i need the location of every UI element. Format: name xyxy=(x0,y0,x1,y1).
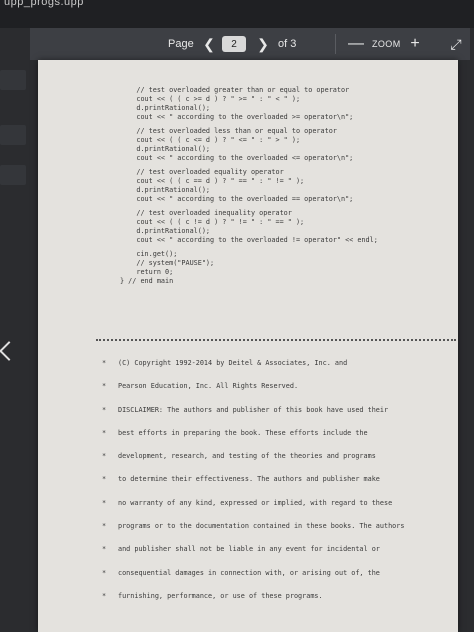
comment-bullet: * xyxy=(102,591,107,600)
code-line: cout << ( ( c != d ) ? " != " : " == " )… xyxy=(120,218,305,226)
comment-bullet: * xyxy=(102,382,107,391)
notice-text: development, research, and testing of th… xyxy=(118,452,376,461)
code-line: return 0; xyxy=(120,268,174,276)
document-page: // test overloaded greater than or equal… xyxy=(38,60,458,632)
comment-bullet: * xyxy=(102,522,107,531)
notice-text: best efforts in preparing the book. Thes… xyxy=(118,428,368,437)
comment-bullet: * xyxy=(102,475,107,484)
code-line: cout << ( ( c == d ) ? " == " : " != " )… xyxy=(120,177,305,185)
zoom-label: ZOOM xyxy=(372,39,401,49)
app-title: upp_progs.upp xyxy=(4,0,84,8)
comment-bullet: * xyxy=(102,545,107,554)
code-line: d.printRational(); xyxy=(120,186,211,194)
chevron-right-icon[interactable]: ❯ xyxy=(256,28,270,60)
code-line: // test overloaded inequality operator xyxy=(120,209,292,217)
page-number-input[interactable] xyxy=(222,36,246,52)
previous-document-button[interactable] xyxy=(0,320,22,390)
code-line: // test overloaded greater than or equal… xyxy=(120,86,350,94)
sidebar-ghost-item xyxy=(0,165,26,185)
expand-icon[interactable]: ⤢ xyxy=(448,28,464,60)
toolbar-divider xyxy=(335,34,336,54)
code-line: // test overloaded less than or equal to… xyxy=(120,127,337,135)
page-count-label: of 3 xyxy=(278,38,297,50)
notice-text: consequential damages in connection with… xyxy=(118,568,380,577)
notice-text: no warranty of any kind, expressed or im… xyxy=(118,498,393,507)
chevron-left-icon xyxy=(0,341,19,361)
comment-divider xyxy=(96,339,456,341)
comment-bullet: * xyxy=(102,498,107,507)
sidebar-ghost-item xyxy=(0,70,26,90)
comment-bullet: * xyxy=(102,452,107,461)
notice-text: to determine their effectiveness. The au… xyxy=(118,475,380,484)
plus-icon[interactable]: + xyxy=(408,28,422,60)
notice-text: programs or to the documentation contain… xyxy=(118,522,405,531)
code-line: // system("PAUSE"); xyxy=(120,259,215,267)
comment-bullet: * xyxy=(102,428,107,437)
comment-bullet: * xyxy=(102,359,107,367)
minus-icon[interactable]: — xyxy=(348,28,364,60)
code-line: cout << " according to the overloaded <=… xyxy=(120,154,354,162)
code-line: d.printRational(); xyxy=(120,227,211,235)
code-line: d.printRational(); xyxy=(120,104,211,112)
comment-bullet: * xyxy=(102,405,107,414)
code-line: cout << ( ( c >= d ) ? " >= " : " < " ); xyxy=(120,95,301,103)
code-line: cout << " according to the overloaded >=… xyxy=(120,113,354,121)
code-line: // test overloaded equality operator xyxy=(120,168,284,176)
pdf-toolbar: Page ❮ ❯ of 3 — ZOOM + ⤢ xyxy=(30,28,470,60)
code-line: } // end main xyxy=(120,277,174,285)
notice-text: Pearson Education, Inc. All Rights Reser… xyxy=(118,382,299,391)
notice-text: DISCLAIMER: The authors and publisher of… xyxy=(118,405,389,414)
page-label: Page xyxy=(168,38,194,50)
chevron-left-icon[interactable]: ❮ xyxy=(202,28,216,60)
code-line: d.printRational(); xyxy=(120,145,211,153)
code-line: cout << ( ( c <= d ) ? " <= " : " > " ); xyxy=(120,136,301,144)
notice-text: (C) Copyright 1992-2014 by Deitel & Asso… xyxy=(118,359,348,367)
notice-text: furnishing, performance, or use of these… xyxy=(118,591,323,600)
code-line: cout << " according to the overloaded !=… xyxy=(120,236,378,244)
notice-text: and publisher shall not be liable in any… xyxy=(118,545,380,554)
code-block: // test overloaded greater than or equal… xyxy=(120,86,378,286)
comment-bullet: * xyxy=(102,568,107,577)
code-line: cin.get(); xyxy=(120,250,178,258)
sidebar-ghost-item xyxy=(0,125,26,145)
top-status-bar: upp_progs.upp xyxy=(0,0,474,28)
code-line: cout << " according to the overloaded ==… xyxy=(120,195,354,203)
